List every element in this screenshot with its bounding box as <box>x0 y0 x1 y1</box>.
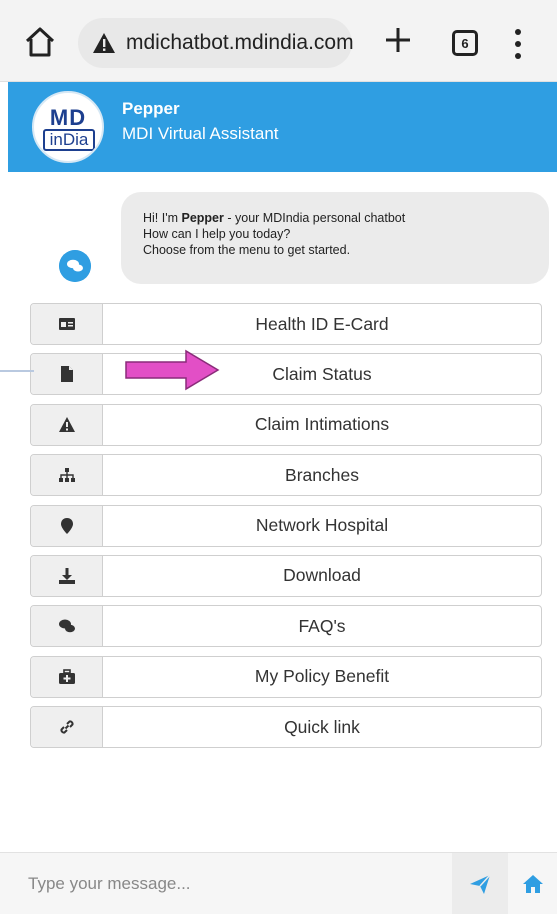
comments-icon <box>59 250 91 282</box>
message-input-bar <box>0 852 557 915</box>
warning-icon <box>58 416 75 432</box>
tabs-button[interactable]: 6 <box>452 30 478 56</box>
menu-item-label: My Policy Benefit <box>254 666 390 687</box>
download-icon <box>58 567 75 584</box>
menu-item-branches[interactable]: Branches <box>30 454 542 497</box>
menu-item-label: Branches <box>285 464 359 485</box>
home-icon[interactable] <box>22 24 58 60</box>
map-marker-icon <box>60 517 73 534</box>
plus-icon[interactable] <box>382 24 414 56</box>
address-bar[interactable]: mdichatbot.mdindia.com <box>78 18 354 68</box>
greeting-line-1: Hi! I'm Pepper - your MDIndia personal c… <box>143 211 406 225</box>
greeting-line-3: Choose from the menu to get started. <box>143 243 351 257</box>
menu-item-label: Download <box>283 565 361 586</box>
menu-item-label: Quick link <box>284 716 360 737</box>
url-text: mdichatbot.mdindia.com <box>126 31 354 54</box>
id-card-icon <box>58 318 75 330</box>
message-input[interactable] <box>0 853 452 915</box>
file-icon <box>60 366 73 383</box>
mdindia-logo: MD inDia <box>32 91 104 163</box>
paper-plane-icon <box>470 874 491 894</box>
bot-subtitle: MDI Virtual Assistant <box>122 124 279 143</box>
background-divider <box>0 370 34 372</box>
arrow-right-icon <box>125 349 220 391</box>
menu-item-network-hospital[interactable]: Network Hospital <box>30 504 542 547</box>
greeting-line-2: How can I help you today? <box>143 227 291 241</box>
menu-item-claim-status[interactable]: Claim Status <box>30 353 542 396</box>
menu-item-label: Health ID E-Card <box>255 313 389 334</box>
chat-header: MD inDia Pepper MDI Virtual Assistant <box>8 82 557 172</box>
menu-item-label: Claim Intimations <box>254 414 390 435</box>
menu-item-label: Network Hospital <box>255 515 389 536</box>
bot-name: Pepper <box>122 99 180 118</box>
menu-item-faqs[interactable]: FAQ's <box>30 605 542 648</box>
sitemap-icon <box>58 468 75 483</box>
send-button[interactable] <box>452 853 508 915</box>
menu-item-claim-intimations[interactable]: Claim Intimations <box>30 403 542 446</box>
browser-toolbar: mdichatbot.mdindia.com 6 <box>0 0 557 82</box>
link-icon <box>59 720 74 734</box>
comments-icon <box>58 619 75 633</box>
bottom-strip <box>0 914 557 919</box>
menu-item-download[interactable]: Download <box>30 554 542 597</box>
menu-list: Health ID E-Card Claim Status Claim Inti… <box>30 303 542 757</box>
medkit-icon <box>58 668 75 684</box>
home-icon <box>522 875 543 893</box>
menu-item-label: FAQ's <box>298 615 346 636</box>
logo-bottom-text: inDia <box>43 129 95 151</box>
chat-area: Hi! I'm Pepper - your MDIndia personal c… <box>8 172 557 852</box>
warning-icon <box>93 33 115 53</box>
menu-item-health-id-ecard[interactable]: Health ID E-Card <box>30 303 542 345</box>
greeting-bubble: Hi! I'm Pepper - your MDIndia personal c… <box>121 192 549 284</box>
chat-home-button[interactable] <box>508 853 557 915</box>
more-vert-icon[interactable] <box>508 26 528 62</box>
menu-item-quick-link[interactable]: Quick link <box>30 706 542 749</box>
logo-top-text: MD <box>49 105 87 130</box>
menu-item-my-policy-benefit[interactable]: My Policy Benefit <box>30 655 542 698</box>
